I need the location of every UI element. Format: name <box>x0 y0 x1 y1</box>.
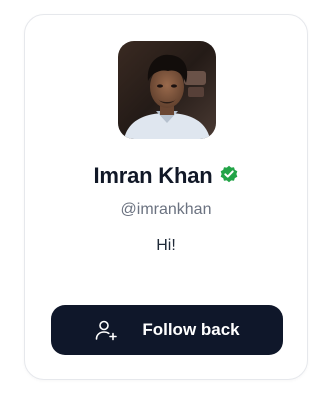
profile-bio: Hi! <box>156 237 176 254</box>
follow-back-button[interactable]: Follow back <box>51 305 283 355</box>
verified-badge-icon <box>219 164 239 184</box>
profile-handle: @imrankhan <box>120 201 212 218</box>
profile-card: Imran Khan @imrankhan Hi! Follow back <box>24 14 308 380</box>
profile-name: Imran Khan <box>93 163 213 188</box>
avatar[interactable] <box>118 41 216 139</box>
follow-back-label: Follow back <box>142 320 240 339</box>
user-plus-icon <box>94 318 118 342</box>
name-row: Imran Khan <box>25 163 307 189</box>
avatar-photo <box>118 41 216 139</box>
